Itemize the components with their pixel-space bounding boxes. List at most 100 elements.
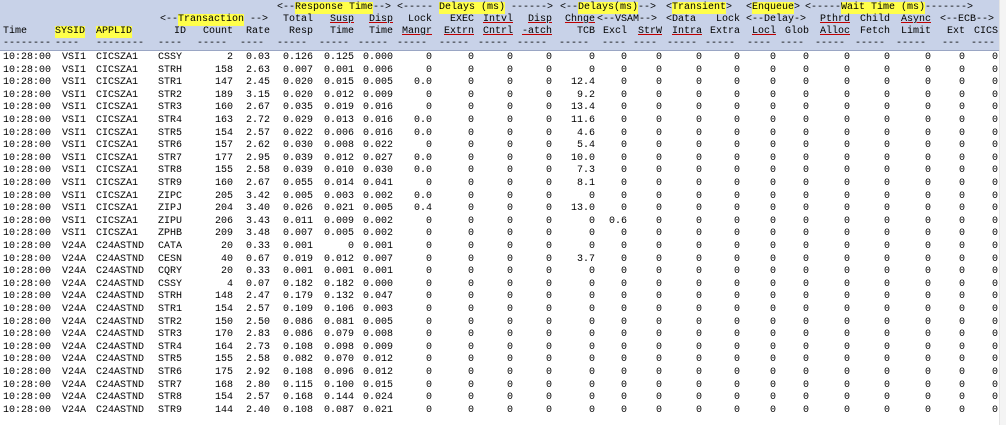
cell-strw: 0 [655,266,662,278]
col-extra: Extra [709,26,740,37]
cell-intra: 0 [695,89,702,101]
cell-sysid: V24A [62,341,87,353]
cell-excl: 0 [620,341,627,353]
cell-disp: 0.005 [362,316,393,328]
cell-time: 10:28:00 [3,140,52,152]
cell-strw: 0 [655,190,662,202]
cell-excl: 0 [620,266,627,278]
cell-susp: 0.012 [323,152,354,164]
cell-tcb: 0 [588,329,595,341]
cell-limit: 0 [924,329,931,341]
cell-cntrl: 0 [506,291,513,303]
cell-extrn: 0 [467,392,474,404]
cell-count: 206 [214,215,233,227]
cell-count: 4 [226,278,233,290]
col-mangr: Mangr [401,26,432,37]
cell-extra: 0 [733,152,740,164]
cell-ext: 0 [958,367,965,378]
cell-limit: 0 [924,253,931,265]
cell-resp: 0.055 [282,178,313,189]
cell-cics: 0 [991,367,998,378]
cell-count: 170 [214,329,233,341]
cell-extra: 0 [733,367,740,378]
cell-cntrl: 0 [506,77,513,89]
table-row: 10:28:00 V24A C24ASTND STR2 150 2.50 0.086 0.08… [0,317,1006,329]
cell-count: 157 [214,140,233,152]
cell-resp: 0.108 [282,367,313,378]
col-glob: Glob [784,26,809,37]
cell-rate: 3.40 [245,203,270,215]
cell-disp: 0.002 [362,190,393,202]
cell-extrn: 0 [467,367,474,378]
cell-applid: C24ASTND [96,404,145,416]
cell-disp: 0.005 [362,77,393,89]
cell-mangr: 0 [425,64,432,76]
table-row: 10:28:00 V24A C24ASTND STR1 154 2.57 0.109 0.10… [0,304,1006,316]
cell-atch: 0 [545,203,552,215]
cell-applid: CICSZA1 [96,52,139,63]
cell-locl: 0 [769,140,776,152]
cell-disp: 0.041 [362,178,393,189]
cell-time: 10:28:00 [3,190,52,202]
cell-ext: 0 [958,215,965,227]
cell-alloc: 0 [843,379,850,391]
cell-extrn: 0 [467,278,474,290]
cell-extrn: 0 [467,203,474,215]
cell-mangr: 0 [425,178,432,189]
cell-glob: 0 [802,241,809,252]
cell-alloc: 0 [843,404,850,416]
async-label: Async [900,14,931,25]
child-label: Child [859,14,890,25]
cell-applid: C24ASTND [96,253,145,265]
cell-rate: 3.43 [245,215,270,227]
cell-cics: 0 [991,64,998,76]
col-disp-time: Time [368,26,393,37]
cell-id: CSSY [158,278,183,290]
cell-glob: 0 [802,178,809,189]
report-header: <-- Transaction --> <-- Response Time --… [0,0,1006,51]
cell-locl: 0 [769,304,776,315]
cell-alloc: 0 [843,304,850,315]
cell-resp: 0.005 [282,190,313,202]
cell-extra: 0 [733,253,740,265]
cell-mangr: 0 [425,215,432,227]
cell-extrn: 0 [467,253,474,265]
cell-tcb: 0 [588,379,595,391]
dashes-applid: -------- [96,38,145,49]
cell-sysid: V24A [62,253,87,265]
cell-mangr: 0 [425,367,432,378]
cell-susp: 0.012 [323,253,354,265]
cell-ext: 0 [958,52,965,63]
col-strw: StrW [637,26,662,37]
cell-excl: 0 [620,140,627,152]
col-extrn: Extrn [443,26,474,37]
cell-extra: 0 [733,77,740,89]
cell-rate: 2.73 [245,341,270,353]
cell-limit: 0 [924,354,931,366]
cell-susp: 0.096 [323,367,354,378]
cell-atch: 0 [545,367,552,378]
cell-fetch: 0 [883,291,890,303]
cell-applid: CICSZA1 [96,127,139,139]
cell-resp: 0.020 [282,77,313,89]
cell-glob: 0 [802,203,809,215]
cell-tcb: 0 [588,215,595,227]
cell-rate: 0.07 [245,278,270,290]
cell-rate: 2.72 [245,115,270,126]
cell-atch: 0 [545,64,552,76]
cell-rate: 2.47 [245,291,270,303]
table-row: 10:28:00 V24A C24ASTND CESN 40 0.67 0.019 0.012… [0,254,1006,266]
cell-cntrl: 0 [506,341,513,353]
cell-disp: 0.016 [362,102,393,114]
cell-extrn: 0 [467,115,474,126]
response-group-label: Response Time [295,2,374,14]
response-group-start: <-- [277,2,296,13]
cell-excl: 0 [620,316,627,328]
cell-time: 10:28:00 [3,115,52,126]
cell-intra: 0 [695,127,702,139]
vertical-scrollbar[interactable] [999,0,1006,425]
cell-tcb: 10.0 [570,152,595,164]
cell-susp: 0.125 [323,52,354,63]
cell-excl: 0 [620,278,627,290]
cell-fetch: 0 [883,278,890,290]
